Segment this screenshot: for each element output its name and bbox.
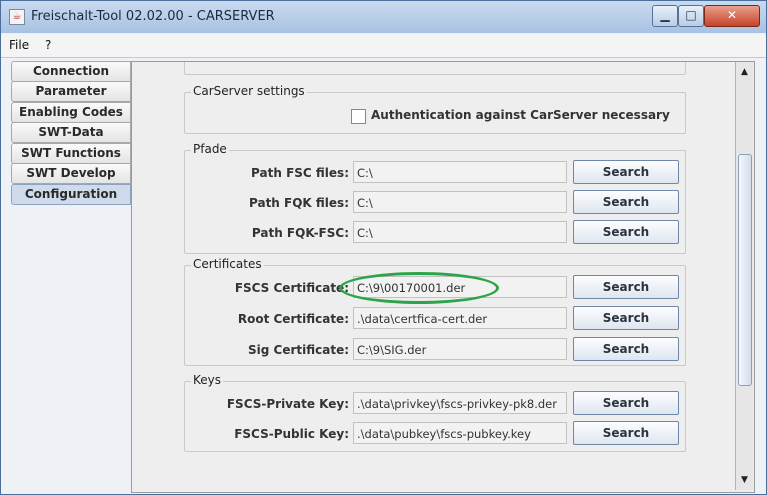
keys-group: Keys FSCS-Private Key: .\data\privkey\fs… [184, 373, 686, 452]
vertical-scrollbar[interactable]: ▲ ▼ [735, 62, 753, 490]
tab-parameter[interactable]: Parameter [11, 81, 131, 102]
path-fsc-input[interactable]: C:\ [353, 161, 567, 183]
title-bar[interactable]: ☕ Freischalt-Tool 02.02.00 - CARSERVER ▁… [1, 1, 766, 33]
root-certificate-search-button[interactable]: Search [573, 306, 679, 330]
auth-checkbox-label: Authentication against CarServer necessa… [371, 108, 670, 122]
menu-bar: File ? [1, 35, 766, 58]
window-title: Freischalt-Tool 02.02.00 - CARSERVER [31, 9, 275, 24]
carserver-settings-group: CarServer settings Authentication agains… [184, 84, 686, 134]
menu-help[interactable]: ? [45, 38, 51, 52]
keys-group-title: Keys [191, 373, 224, 387]
auth-checkbox[interactable] [351, 109, 366, 124]
tab-swt-data[interactable]: SWT-Data [11, 122, 131, 143]
pfade-group-title: Pfade [191, 142, 229, 156]
root-certificate-label: Root Certificate: [237, 312, 349, 326]
fscs-public-key-label: FSCS-Public Key: [234, 427, 349, 441]
annotation-ellipse [339, 272, 499, 304]
java-app-icon: ☕ [9, 9, 25, 25]
carserver-group-title: CarServer settings [191, 84, 307, 98]
fscs-certificate-search-button[interactable]: Search [573, 275, 679, 299]
tab-enabling-codes[interactable]: Enabling Codes [11, 102, 131, 123]
tab-configuration[interactable]: Configuration [11, 184, 131, 205]
path-fqk-fsc-search-button[interactable]: Search [573, 220, 679, 244]
sig-certificate-input[interactable]: C:\9\SIG.der [353, 338, 567, 360]
path-fsc-search-button[interactable]: Search [573, 160, 679, 184]
path-fqk-input[interactable]: C:\ [353, 191, 567, 213]
configuration-panel: CarServer settings Authentication agains… [131, 61, 755, 493]
path-fqk-fsc-input[interactable]: C:\ [353, 221, 567, 243]
menu-file[interactable]: File [9, 38, 29, 52]
sig-certificate-label: Sig Certificate: [247, 343, 349, 357]
fscs-private-key-search-button[interactable]: Search [573, 391, 679, 415]
maximize-button[interactable]: □ [678, 5, 704, 27]
certificates-group-title: Certificates [191, 257, 264, 271]
path-fqk-fsc-label: Path FQK-FSC: [251, 226, 349, 240]
fscs-public-key-search-button[interactable]: Search [573, 421, 679, 445]
tab-connection[interactable]: Connection [11, 61, 131, 82]
minimize-button[interactable]: ▁ [652, 5, 678, 27]
app-window: ☕ Freischalt-Tool 02.02.00 - CARSERVER ▁… [0, 0, 767, 495]
fscs-public-key-input[interactable]: .\data\pubkey\fscs-pubkey.key [353, 422, 567, 444]
path-fqk-label: Path FQK files: [249, 196, 349, 210]
path-fqk-search-button[interactable]: Search [573, 190, 679, 214]
fscs-private-key-input[interactable]: .\data\privkey\fscs-privkey-pk8.der [353, 392, 567, 414]
root-certificate-input[interactable]: .\data\certfica-cert.der [353, 307, 567, 329]
fscs-private-key-label: FSCS-Private Key: [226, 397, 349, 411]
tab-swt-functions[interactable]: SWT Functions [11, 143, 131, 164]
pfade-group: Pfade Path FSC files: C:\ Search Path FQ… [184, 142, 686, 254]
scroll-up-icon[interactable]: ▲ [736, 64, 753, 80]
path-fsc-label: Path FSC files: [251, 166, 349, 180]
scroll-thumb[interactable] [738, 154, 752, 386]
tab-swt-develop[interactable]: SWT Develop [11, 163, 131, 184]
scroll-down-icon[interactable]: ▼ [736, 472, 753, 488]
previous-group-edge [184, 62, 686, 75]
fscs-certificate-label: FSCS Certificate: [234, 281, 349, 295]
close-button[interactable]: ✕ [704, 5, 760, 27]
sig-certificate-search-button[interactable]: Search [573, 337, 679, 361]
